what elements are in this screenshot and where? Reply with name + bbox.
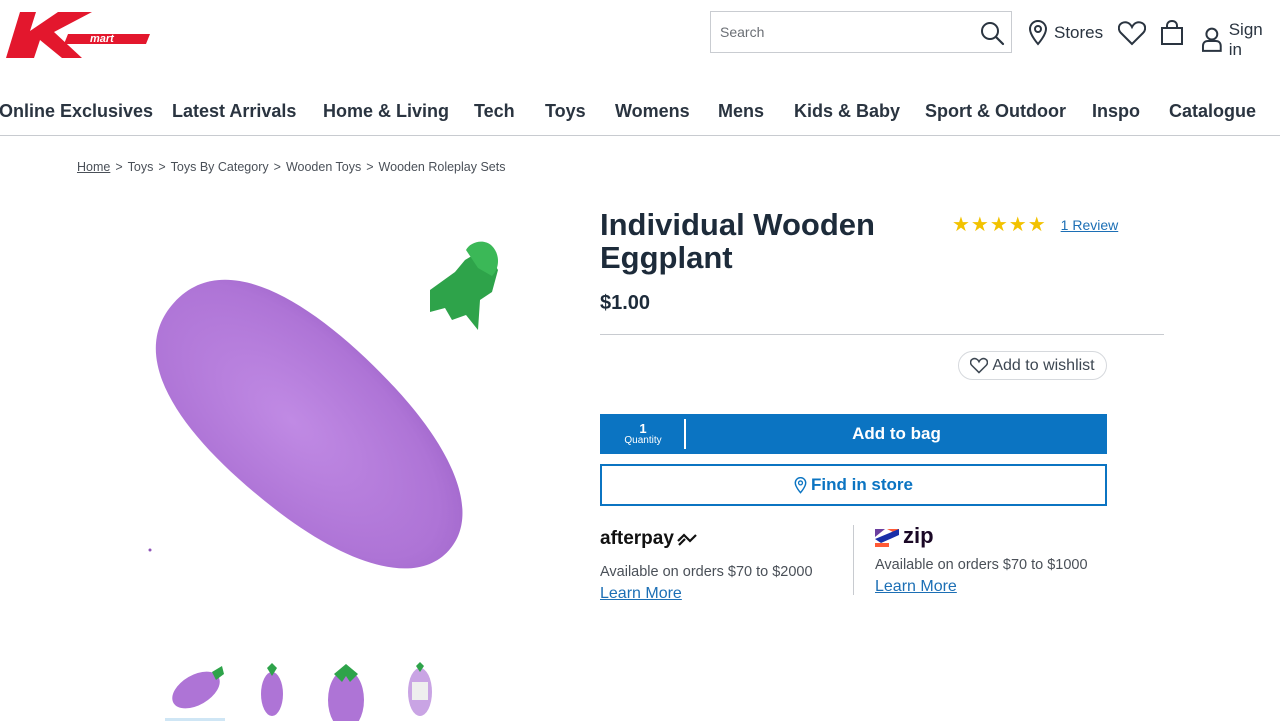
breadcrumb-toys-by-category[interactable]: Toys By Category bbox=[171, 160, 269, 174]
nav-home-living[interactable]: Home & Living bbox=[323, 101, 449, 122]
zip-mark-icon bbox=[875, 529, 899, 547]
quantity-divider bbox=[684, 419, 686, 449]
breadcrumb-home[interactable]: Home bbox=[77, 160, 110, 174]
payments-divider bbox=[853, 525, 854, 595]
nav-online-exclusives[interactable]: Online Exclusives bbox=[0, 101, 153, 122]
zip-logo: zip bbox=[875, 523, 1088, 549]
nav-latest-arrivals[interactable]: Latest Arrivals bbox=[172, 101, 296, 122]
product-image[interactable] bbox=[100, 220, 520, 620]
afterpay-learn-more-link[interactable]: Learn More bbox=[600, 585, 813, 603]
add-to-bag-button[interactable]: Add to bag bbox=[686, 424, 1107, 444]
find-in-store-label: Find in store bbox=[811, 475, 913, 494]
nav-kids-baby[interactable]: Kids & Baby bbox=[794, 101, 900, 122]
afterpay-section: afterpay Available on orders $70 to $200… bbox=[600, 528, 813, 603]
product-rating: ★★★★★ 1 Review bbox=[952, 212, 1118, 237]
nav-womens[interactable]: Womens bbox=[615, 101, 690, 122]
quantity-value: 1 bbox=[639, 421, 647, 436]
zip-learn-more-link[interactable]: Learn More bbox=[875, 578, 1088, 596]
zip-text: Available on orders $70 to $1000 bbox=[875, 557, 1088, 573]
search-input[interactable] bbox=[711, 12, 961, 52]
afterpay-arrows-icon bbox=[677, 533, 697, 546]
afterpay-logo: afterpay bbox=[600, 528, 813, 550]
find-in-store-button[interactable]: Find in store bbox=[600, 464, 1107, 506]
nav-tech[interactable]: Tech bbox=[474, 101, 515, 122]
thumbnail-2[interactable] bbox=[240, 660, 310, 721]
bag-link[interactable] bbox=[1160, 20, 1184, 46]
zip-brand: zip bbox=[903, 523, 934, 548]
nav-catalogue[interactable]: Catalogue bbox=[1169, 101, 1256, 122]
star-rating-icon: ★★★★★ bbox=[952, 214, 1047, 236]
signin-link[interactable]: Sign in bbox=[1201, 20, 1280, 60]
stores-link[interactable]: Stores bbox=[1028, 20, 1103, 46]
add-to-bag-bar: 1 Quantity Add to bag bbox=[600, 414, 1107, 454]
wishlist-label: Add to wishlist bbox=[992, 356, 1095, 374]
shopping-bag-icon bbox=[1161, 20, 1183, 45]
breadcrumb: Home > Toys > Toys By Category > Wooden Toys > W… bbox=[77, 160, 506, 174]
user-icon bbox=[1201, 27, 1222, 52]
nav-sport-outdoor[interactable]: Sport & Outdoor bbox=[925, 101, 1066, 122]
location-pin-icon bbox=[1028, 20, 1048, 46]
location-pin-icon bbox=[794, 476, 807, 494]
review-link[interactable]: 1 Review bbox=[1061, 217, 1119, 233]
product-title-line-1: Individual Wooden bbox=[600, 207, 875, 242]
product-title-line-2: Eggplant bbox=[600, 240, 733, 275]
thumbnail-1[interactable] bbox=[160, 660, 230, 721]
breadcrumb-wooden-roleplay-sets[interactable]: Wooden Roleplay Sets bbox=[379, 160, 506, 174]
product-price: $1.00 bbox=[600, 292, 651, 314]
afterpay-brand: afterpay bbox=[600, 528, 674, 549]
breadcrumb-toys[interactable]: Toys bbox=[128, 160, 154, 174]
thumbnail-3[interactable] bbox=[310, 660, 380, 721]
nav-inspo[interactable]: Inspo bbox=[1092, 101, 1140, 122]
nav-mens[interactable]: Mens bbox=[718, 101, 764, 122]
thumbnail-strip bbox=[160, 660, 460, 721]
kmart-logo[interactable]: mart bbox=[6, 12, 152, 58]
add-to-wishlist-button[interactable]: Add to wishlist bbox=[958, 351, 1107, 380]
search-box bbox=[710, 11, 1012, 53]
logo-wordmark: mart bbox=[90, 33, 115, 45]
quantity-selector[interactable]: 1 Quantity bbox=[600, 414, 686, 454]
divider bbox=[600, 334, 1164, 335]
main-nav: Online Exclusives Latest Arrivals Home &… bbox=[0, 96, 1280, 136]
search-icon[interactable] bbox=[979, 20, 1005, 46]
heart-icon bbox=[1118, 21, 1146, 46]
nav-toys[interactable]: Toys bbox=[545, 101, 586, 122]
thumbnail-4[interactable] bbox=[390, 660, 460, 721]
heart-icon bbox=[970, 357, 989, 374]
zip-section: zip Available on orders $70 to $1000 Lea… bbox=[875, 523, 1088, 596]
product-title: Individual Wooden Eggplant bbox=[600, 208, 920, 274]
afterpay-text: Available on orders $70 to $2000 bbox=[600, 564, 813, 580]
wishlist-link[interactable] bbox=[1118, 20, 1146, 46]
stores-label: Stores bbox=[1054, 23, 1104, 42]
breadcrumb-wooden-toys[interactable]: Wooden Toys bbox=[286, 160, 361, 174]
quantity-label: Quantity bbox=[624, 435, 662, 446]
signin-label: Sign in bbox=[1228, 20, 1263, 59]
